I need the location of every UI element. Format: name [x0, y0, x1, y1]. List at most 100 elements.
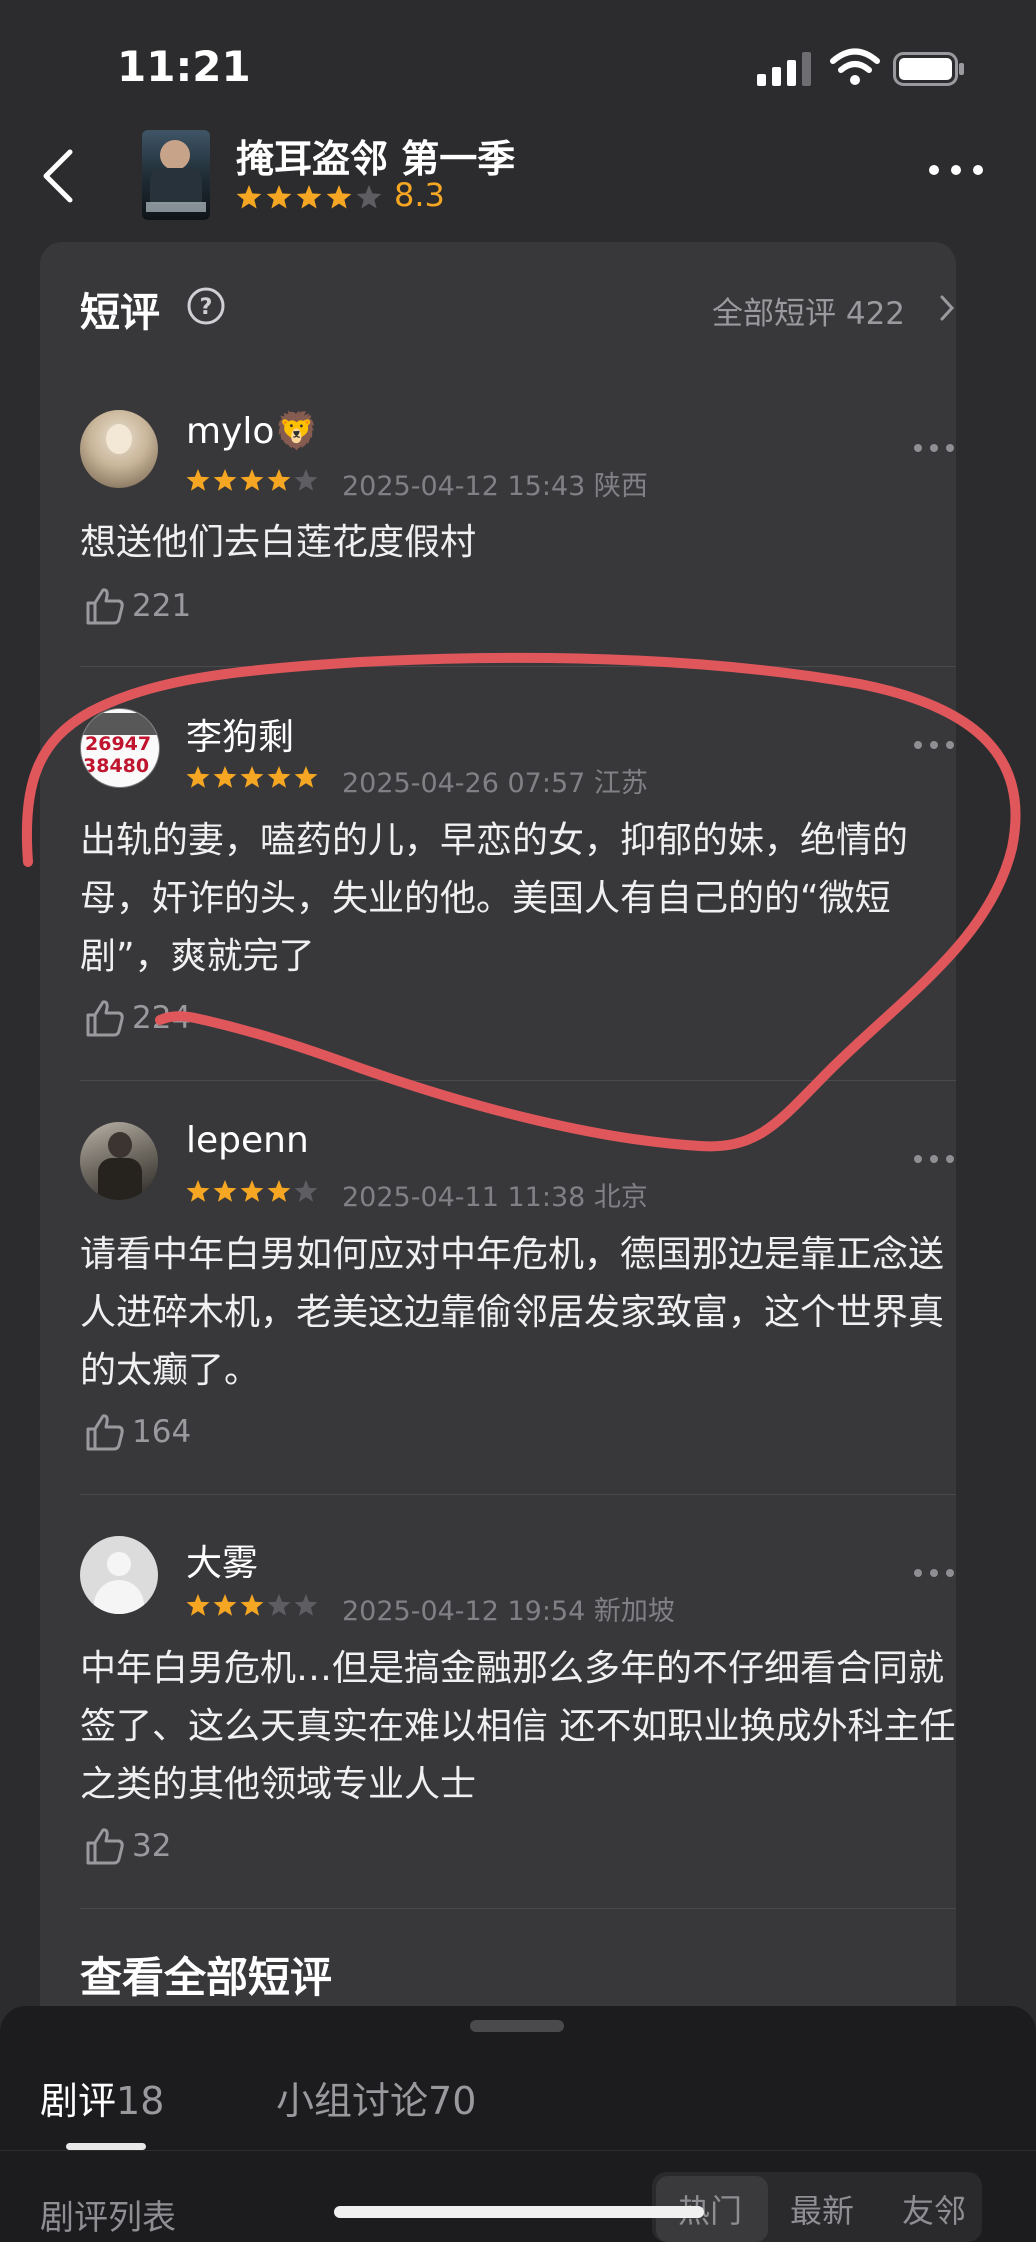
comment-text: 请看中年白男如何应对中年危机，德国那边是靠正念送人进碎木机，老美这边靠偷邻居发家…	[80, 1234, 945, 1391]
star-icon	[294, 469, 318, 491]
comment-stars	[186, 1180, 318, 1202]
avatar-text-2: 38480	[83, 755, 150, 777]
thumbs-up-icon[interactable]	[84, 586, 126, 626]
tab-label: 小组讨论	[276, 2079, 429, 2123]
star-icon	[240, 469, 264, 491]
thumbs-up-icon[interactable]	[84, 1826, 126, 1866]
star-icon	[294, 1594, 318, 1616]
more-icon[interactable]	[926, 160, 986, 180]
comment-username[interactable]: 李狗剩	[186, 708, 294, 760]
comment-username[interactable]: 大雾	[186, 1534, 258, 1586]
show-poster[interactable]	[142, 130, 210, 220]
back-chevron-icon[interactable]	[38, 146, 78, 206]
cellular-signal-icon	[757, 52, 811, 86]
comment-meta: 2025-04-12 15:43 陕西	[342, 464, 648, 503]
comment-username[interactable]: mylo🦁	[186, 410, 319, 452]
star-icon	[186, 1594, 210, 1616]
comment-text: 想送他们去白莲花度假村	[80, 522, 477, 563]
star-icon	[213, 469, 237, 491]
comment-meta: 2025-04-11 11:38 北京	[342, 1175, 648, 1214]
star-icon	[240, 1594, 264, 1616]
star-icon	[213, 1594, 237, 1616]
comment-text: 中年白男危机…但是搞金融那么多年的不仔细看合同就签了、这么天真实在难以相信 还不…	[80, 1648, 956, 1805]
like-count: 164	[132, 1414, 192, 1450]
tab-count: 18	[116, 2079, 165, 2123]
like-count: 32	[132, 1828, 172, 1864]
comment-divider	[80, 1494, 956, 1495]
star-icon	[213, 1180, 237, 1202]
star-icon	[267, 1594, 291, 1616]
avatar[interactable]	[80, 1122, 158, 1200]
comment-username[interactable]: lepenn	[186, 1120, 309, 1161]
star-icon	[356, 185, 382, 209]
star-icon	[213, 766, 237, 788]
star-icon	[326, 185, 352, 209]
avatar[interactable]	[80, 1536, 158, 1614]
comment-more-icon[interactable]	[912, 1152, 956, 1166]
comment-divider	[80, 1908, 956, 1909]
home-indicator	[334, 2206, 704, 2218]
sheet-divider	[0, 2150, 1036, 2151]
sheet-drag-handle[interactable]	[470, 2020, 564, 2032]
show-rating-stars	[236, 185, 382, 209]
wifi-icon	[830, 48, 880, 85]
comment-stars	[186, 1594, 318, 1616]
comment-location: 陕西	[593, 471, 648, 502]
sort-option-latest[interactable]: 最新	[790, 2186, 854, 2232]
comment-more-icon[interactable]	[912, 441, 956, 455]
comment-location: 江苏	[593, 768, 648, 799]
sort-option-friends[interactable]: 友邻	[902, 2186, 966, 2232]
tab-count: 70	[428, 2079, 477, 2123]
section-title: 短评	[80, 290, 160, 336]
comment-stars	[186, 766, 318, 788]
comment-meta: 2025-04-12 19:54 新加坡	[342, 1589, 675, 1628]
comment-stars	[186, 469, 318, 491]
avatar[interactable]	[80, 410, 158, 488]
comment-meta: 2025-04-26 07:57 江苏	[342, 761, 648, 800]
all-reviews-link[interactable]: 全部短评 422	[712, 288, 905, 333]
comment-location: 北京	[593, 1182, 648, 1213]
svg-text:?: ?	[200, 295, 213, 320]
comment-location: 新加坡	[593, 1596, 675, 1627]
show-rating-score: 8.3	[394, 176, 445, 214]
tab-reviews[interactable]: 剧评18	[40, 2070, 164, 2125]
like-count: 221	[132, 588, 192, 624]
star-icon	[267, 1180, 291, 1202]
star-icon	[186, 1180, 210, 1202]
star-icon	[294, 1180, 318, 1202]
star-icon	[236, 185, 262, 209]
star-icon	[186, 766, 210, 788]
battery-icon	[893, 52, 964, 86]
thumbs-up-icon[interactable]	[84, 998, 126, 1038]
like-count: 224	[132, 1000, 192, 1036]
avatar-text-1: 26947	[85, 733, 152, 755]
tab-label: 剧评	[40, 2079, 117, 2123]
comment-more-icon[interactable]	[912, 738, 956, 752]
star-icon	[240, 1180, 264, 1202]
star-icon	[267, 469, 291, 491]
star-icon	[296, 185, 322, 209]
avatar[interactable]: 26947 38480	[80, 708, 160, 788]
thumbs-up-icon[interactable]	[84, 1412, 126, 1452]
active-tab-indicator	[66, 2143, 146, 2150]
show-title: 掩耳盗邻 第一季	[236, 137, 516, 181]
star-icon	[267, 766, 291, 788]
comment-divider	[80, 1080, 956, 1081]
star-icon	[266, 185, 292, 209]
comment-more-icon[interactable]	[912, 1566, 956, 1580]
tab-group-discussion[interactable]: 小组讨论70	[276, 2070, 476, 2125]
comment-date: 2025-04-26 07:57	[342, 768, 586, 799]
comment-date: 2025-04-12 15:43	[342, 471, 586, 502]
comment-divider	[80, 666, 956, 667]
star-icon	[294, 766, 318, 788]
star-icon	[186, 469, 210, 491]
help-icon[interactable]: ?	[186, 286, 226, 326]
comment-date: 2025-04-12 19:54	[342, 1596, 586, 1627]
star-icon	[240, 766, 264, 788]
view-all-reviews-button[interactable]: 查看全部短评	[80, 1944, 332, 2005]
comment-text: 出轨的妻，嗑药的儿，早恋的女，抑郁的妹，绝情的母，奸诈的头，失业的他。美国人有自…	[80, 820, 909, 977]
chevron-right-icon[interactable]	[939, 294, 955, 322]
status-time: 11:21	[117, 42, 251, 91]
review-list-label: 剧评列表	[40, 2198, 176, 2238]
comment-date: 2025-04-11 11:38	[342, 1182, 586, 1213]
